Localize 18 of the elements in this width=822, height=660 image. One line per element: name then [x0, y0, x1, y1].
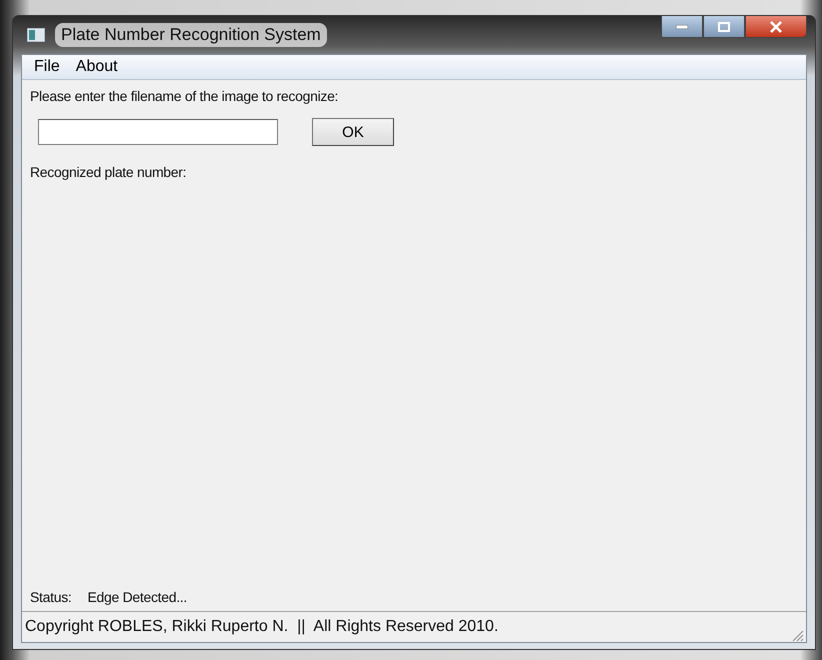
copyright-text: Copyright ROBLES, Rikki Ruperto N. || All Rights Reserved 2010.: [25, 618, 498, 636]
close-icon: [769, 20, 783, 32]
status-value: Edge Detected...: [87, 589, 187, 605]
filename-field[interactable]: [38, 119, 278, 145]
maximize-button[interactable]: [703, 16, 745, 38]
status-label: Status:: [30, 589, 72, 605]
maximize-icon: [718, 22, 730, 32]
minimize-icon: [676, 24, 688, 28]
ok-button[interactable]: OK: [312, 118, 394, 146]
window-title: Plate Number Recognition System: [55, 23, 327, 47]
prompt-label: Please enter the filename of the image to recognize:: [30, 88, 340, 104]
result-label: Recognized plate number:: [30, 164, 188, 180]
menu-item[interactable]: About: [68, 58, 126, 76]
resize-grip-icon[interactable]: [790, 628, 804, 642]
close-button[interactable]: [745, 16, 807, 38]
minimize-button[interactable]: [661, 16, 703, 38]
menu-item[interactable]: File: [26, 58, 68, 76]
app-icon: [27, 28, 45, 42]
